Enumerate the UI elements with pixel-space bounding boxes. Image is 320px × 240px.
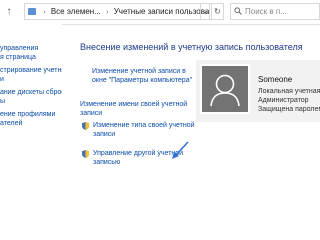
sidebar: управления я страница стрирование учетны…	[0, 24, 62, 200]
up-arrow-icon[interactable]: ↑	[4, 6, 14, 18]
dropdown-icon[interactable]: ⌄	[200, 3, 212, 20]
link-computer-settings[interactable]: Изменение учетной записи в	[92, 67, 186, 76]
sidebar-item-control-panel-2[interactable]: я страница	[0, 53, 36, 62]
search-input[interactable]: Поиск в п...	[230, 3, 320, 20]
link-computer-settings-2[interactable]: окне "Параметры компьютера"	[92, 76, 192, 85]
sidebar-item-reset-disk-2[interactable]: ы	[0, 97, 5, 106]
breadcrumb-separator-icon: ›	[106, 9, 109, 16]
user-password-status: Защищена паролем	[258, 106, 320, 113]
page-title: Внесение изменений в учетную запись поль…	[80, 42, 303, 52]
refresh-icon[interactable]: ↻	[212, 3, 224, 20]
link-change-type[interactable]: Изменение типа своей учетной	[93, 121, 195, 130]
breadcrumb-separator-icon: ›	[43, 9, 46, 16]
link-change-name[interactable]: Изменение имени своей учетной	[80, 100, 187, 109]
sidebar-item-user-profiles[interactable]: ение профилями	[0, 110, 55, 119]
avatar	[200, 64, 250, 114]
sidebar-item-reset-disk[interactable]: ание дискеты сброса	[0, 88, 62, 97]
link-change-name-2[interactable]: записи	[80, 109, 102, 118]
search-icon	[234, 7, 242, 15]
breadcrumb-item-all-items[interactable]: Все элемен...	[51, 7, 101, 16]
breadcrumb[interactable]: › Все элемен... › Учетные записи пользов…	[24, 3, 210, 20]
user-account-type: Локальная учетная з...	[258, 88, 320, 95]
user-icon	[210, 74, 240, 107]
sidebar-item-manage-credentials[interactable]: стрирование учетных	[0, 66, 62, 75]
link-manage-other-account-2[interactable]: записью	[93, 158, 120, 167]
search-placeholder: Поиск в п...	[245, 7, 287, 16]
shield-icon	[82, 150, 89, 158]
sidebar-item-user-profiles-2[interactable]: ателей	[0, 119, 22, 128]
control-panel-icon	[28, 8, 36, 15]
link-change-type-2[interactable]: записи	[93, 130, 115, 139]
breadcrumb-item-user-accounts[interactable]: Учетные записи пользователей	[114, 7, 209, 16]
user-name: Someone	[258, 75, 293, 84]
shield-icon	[82, 122, 89, 130]
address-bar: ↑ › Все элемен... › Учетные записи польз…	[0, 0, 320, 25]
user-role: Администратор	[258, 97, 309, 104]
annotation-arrow-icon	[172, 141, 189, 159]
sidebar-item-manage-credentials-2[interactable]: и	[0, 75, 4, 84]
sidebar-item-control-panel[interactable]: управления	[0, 44, 38, 53]
